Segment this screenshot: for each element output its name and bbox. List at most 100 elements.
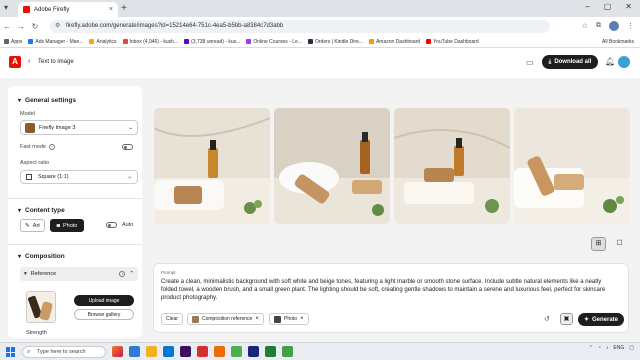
bookmark-label: Inbox (4,946) - kush... [129, 38, 179, 45]
composition-header[interactable]: ▾ Composition [18, 253, 65, 260]
bookmark-item[interactable]: YouTube Dashboard [426, 39, 479, 45]
single-view-button[interactable]: ☐ [612, 237, 627, 251]
record-icon[interactable] [197, 346, 208, 357]
reference-label: Reference [30, 271, 57, 277]
bookmark-item[interactable]: Amazon Dashboard [368, 38, 421, 45]
bookmark-item[interactable]: Online Courses - Le... [246, 39, 302, 45]
content-type-photo-button[interactable]: ◙ Photo [50, 219, 84, 232]
tab-search-icon[interactable]: ▾ [4, 3, 8, 12]
browser-toolbar-right: ☆ ⧉ ⋮ [582, 21, 634, 31]
browser-menu-icon[interactable]: ⋮ [627, 22, 634, 30]
browse-gallery-label: Browse gallery [87, 311, 121, 318]
maximize-button[interactable]: ▢ [604, 2, 612, 11]
bookmark-item[interactable]: Analytics [89, 39, 117, 45]
feedback-icon[interactable]: ▭ [526, 58, 534, 67]
remove-chip-icon[interactable]: × [255, 316, 259, 322]
bookmark-item[interactable]: (3,738 unread) - kus... [184, 39, 240, 45]
clear-button[interactable]: Clear [161, 313, 183, 325]
remove-chip-icon[interactable]: × [300, 316, 304, 322]
photoshop-icon[interactable] [248, 346, 259, 357]
reload-icon[interactable]: ↻ [28, 22, 42, 31]
windows-taskbar: ⌕ Type here to search ⌃ ◔ ♪ ENG ▢ [0, 342, 640, 360]
photo-chip[interactable]: Photo × [269, 313, 309, 325]
chevron-up-icon[interactable]: ⌃ [589, 345, 593, 351]
photo-label: Photo [62, 222, 78, 229]
generated-image-1[interactable] [154, 108, 270, 224]
strength-label: Strength [26, 330, 47, 336]
premiere-icon[interactable] [180, 346, 191, 357]
content-type-title: Content type [25, 207, 65, 214]
info-icon[interactable]: i [119, 271, 126, 277]
extensions-icon[interactable]: ⧉ [596, 22, 601, 30]
taskbar-search-field[interactable]: ⌕ Type here to search [22, 346, 106, 358]
content-type-art-button[interactable]: ✎ Art [20, 219, 45, 232]
bookmark-favicon-icon [246, 39, 252, 44]
bookmark-favicon-icon [307, 39, 313, 44]
download-all-button[interactable]: ⤓ Download all [542, 55, 598, 69]
windows-start-icon[interactable] [6, 347, 16, 357]
close-window-button[interactable]: ✕ [625, 2, 632, 11]
edge-icon[interactable] [129, 346, 140, 357]
back-chevron-icon[interactable]: ‹ [28, 58, 30, 65]
new-tab-button[interactable]: + [121, 3, 127, 14]
profile-avatar[interactable] [609, 21, 619, 31]
aspect-ratio-select[interactable]: Square (1:1) ⌄ [20, 170, 138, 184]
bookmark-item[interactable]: Inbox (4,946) - kush... [122, 38, 179, 45]
generated-image-2[interactable] [274, 108, 390, 224]
forward-arrow-icon[interactable]: → [14, 22, 28, 31]
chrome-icon[interactable] [231, 346, 242, 357]
bookmark-favicon-icon [122, 39, 128, 44]
bookmark-label: Amazon Dashboard [375, 38, 421, 45]
back-arrow-icon[interactable]: ← [0, 22, 14, 31]
info-icon[interactable]: i [48, 144, 55, 150]
app-icon[interactable] [282, 346, 293, 357]
bookmark-star-icon[interactable]: ☆ [582, 22, 588, 30]
auto-toggle[interactable] [106, 222, 117, 228]
content-type-header[interactable]: ▾ Content type [18, 207, 65, 214]
general-settings-header[interactable]: ▾ General settings [18, 97, 76, 104]
reference-image-thumbnail[interactable] [26, 291, 56, 323]
generate-button[interactable]: ✦ Generate [578, 313, 624, 326]
mail-icon[interactable] [163, 346, 174, 357]
minimize-button[interactable]: – [585, 2, 589, 11]
bookmark-item[interactable]: Orders | Kindle Dire... [307, 39, 363, 45]
browser-tab-firefly[interactable]: Adobe Firefly × [18, 2, 118, 17]
prompt-textarea[interactable]: Create a clean, minimalistic background … [161, 278, 619, 303]
skincare-scene-image [394, 108, 510, 224]
url-field[interactable]: ⚙ firefly.adobe.com/generate/images?id=1… [50, 20, 550, 33]
reference-row[interactable]: ▾ Reference i ⌃ [20, 267, 138, 281]
user-avatar[interactable] [618, 56, 630, 68]
notifications-bell-icon[interactable]: 🔔︎ [605, 57, 615, 66]
fast-mode-toggle[interactable] [122, 144, 133, 150]
generated-image-3[interactable] [394, 108, 510, 224]
tab-close-icon[interactable]: × [109, 6, 113, 13]
browse-gallery-button[interactable]: Browse gallery [74, 309, 134, 320]
notification-center-icon[interactable]: ▢ [629, 345, 634, 351]
site-info-icon[interactable]: ⚙ [55, 20, 60, 33]
upload-image-button[interactable]: Upload image [74, 295, 134, 306]
bookmark-item[interactable]: Apps [4, 39, 22, 45]
promo-icon[interactable] [112, 346, 123, 357]
download-icon: ⤓ [548, 58, 552, 65]
search-placeholder: Type here to search [37, 349, 86, 355]
bookmarks-bar: Apps Ads Manager - Man... Analytics Inbox (… [0, 36, 640, 48]
language-indicator[interactable]: ENG [613, 345, 624, 351]
generated-image-4[interactable] [514, 108, 630, 224]
composition-reference-chip[interactable]: Composition reference × [187, 313, 264, 325]
volume-icon[interactable]: ♪ [606, 345, 609, 351]
history-icon[interactable]: ↺ [544, 315, 550, 323]
back-to-text-to-image[interactable]: Text to image [38, 59, 74, 65]
file-explorer-icon[interactable] [146, 346, 157, 357]
excel-icon[interactable] [265, 346, 276, 357]
image-mode-icon[interactable]: ▣ [560, 313, 573, 325]
divider [8, 244, 142, 245]
prompt-panel: Prompt Create a clean, minimalistic back… [153, 263, 629, 333]
grid-view-button[interactable]: ⊞ [591, 237, 606, 251]
app-icon[interactable] [214, 346, 225, 357]
bookmark-item[interactable]: Ads Manager - Man... [28, 39, 83, 45]
model-select[interactable]: Firefly Image 3 ⌄ [20, 120, 138, 135]
adobe-logo[interactable]: A [9, 56, 21, 68]
bookmark-favicon-icon [28, 39, 34, 44]
all-bookmarks-button[interactable]: All Bookmarks [602, 39, 634, 45]
network-icon[interactable]: ◔ [598, 345, 601, 351]
